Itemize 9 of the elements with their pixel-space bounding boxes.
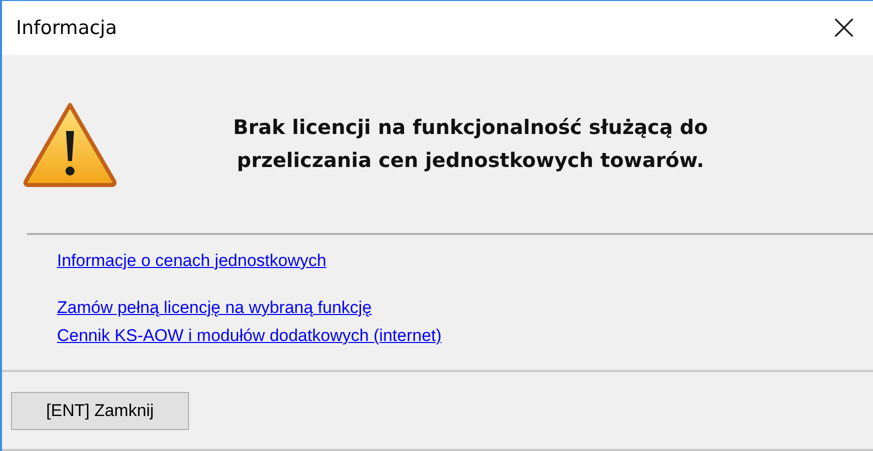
link[interactable]: Cennik KS-AOW i modułów dodatkowych (internet): [57, 326, 442, 345]
warning-icon: [22, 101, 118, 187]
window-title: Informacja: [16, 17, 117, 39]
message-text: przeliczania cen jednostkowych towarów.: [236, 147, 706, 174]
message-text: Brak licencji na funkcjonalność służącą do: [232, 114, 709, 141]
link[interactable]: Informacje o cenach jednostkowych: [57, 251, 326, 270]
close-button[interactable]: ×: [822, 10, 865, 46]
link[interactable]: Zamów pełną licencję na wybraną funkcję: [57, 298, 372, 317]
close-dialog-button[interactable]: [ENT] Zamknij: [11, 392, 189, 430]
